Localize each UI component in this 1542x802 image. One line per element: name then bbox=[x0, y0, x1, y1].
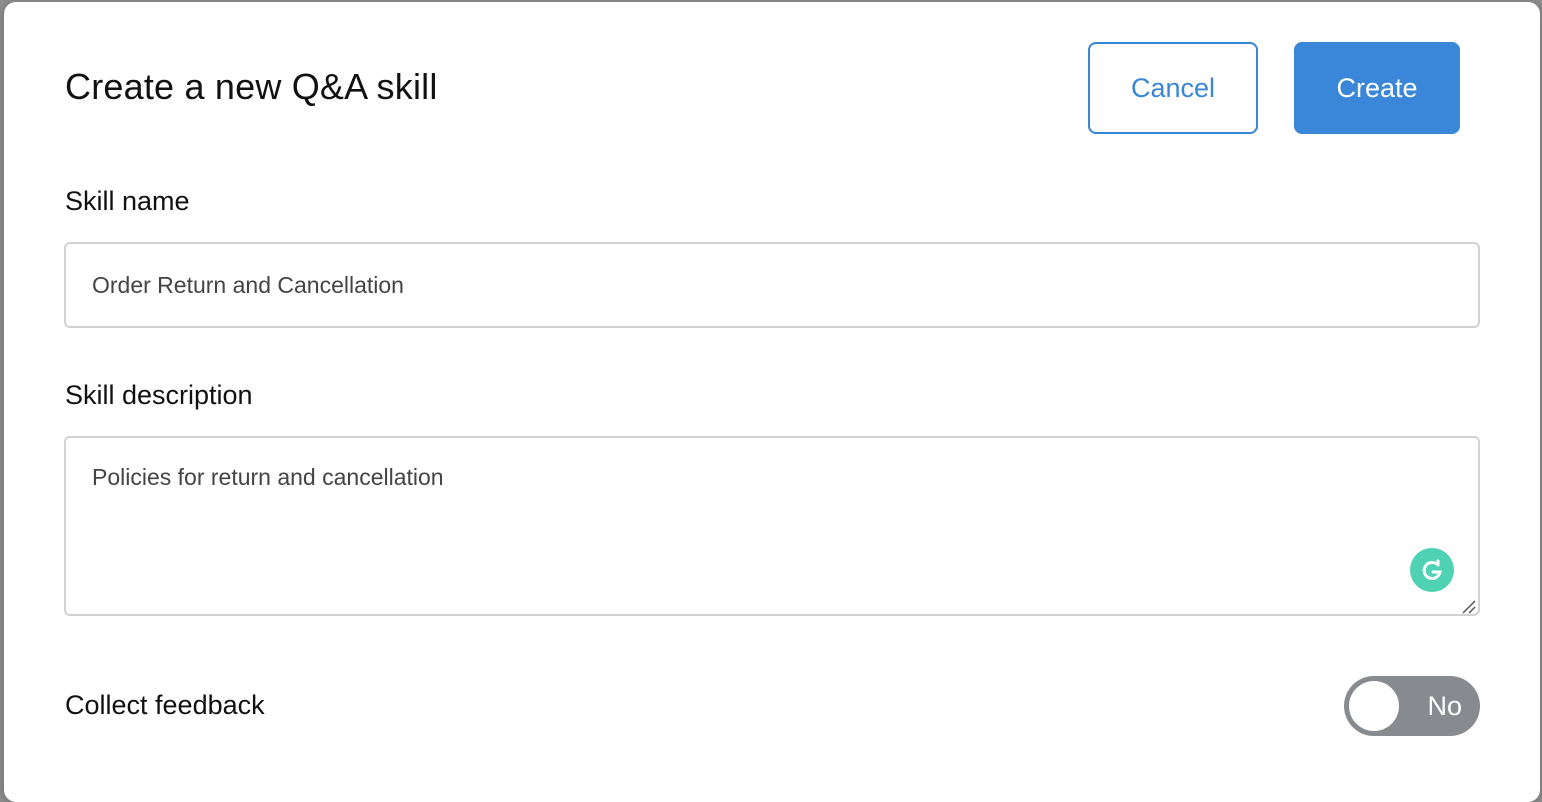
collect-feedback-label: Collect feedback bbox=[65, 690, 265, 720]
skill-description-label: Skill description bbox=[65, 380, 253, 410]
toggle-state-label: No bbox=[1427, 691, 1462, 721]
skill-name-label: Skill name bbox=[65, 186, 190, 216]
cancel-button[interactable]: Cancel bbox=[1088, 42, 1258, 134]
toggle-knob bbox=[1349, 681, 1399, 731]
dialog-title: Create a new Q&A skill bbox=[65, 66, 438, 107]
skill-name-value: Order Return and Cancellation bbox=[92, 271, 404, 298]
resize-handle-icon[interactable] bbox=[1460, 598, 1476, 614]
skill-name-input[interactable]: Order Return and Cancellation bbox=[64, 242, 1480, 328]
create-skill-dialog: Create a new Q&A skill Cancel Create Ski… bbox=[4, 2, 1540, 802]
grammarly-icon[interactable] bbox=[1410, 548, 1454, 592]
collect-feedback-toggle[interactable]: No bbox=[1344, 676, 1480, 736]
skill-description-value: Policies for return and cancellation bbox=[92, 464, 444, 490]
create-button[interactable]: Create bbox=[1294, 42, 1460, 134]
skill-description-textarea[interactable]: Policies for return and cancellation bbox=[64, 436, 1480, 616]
